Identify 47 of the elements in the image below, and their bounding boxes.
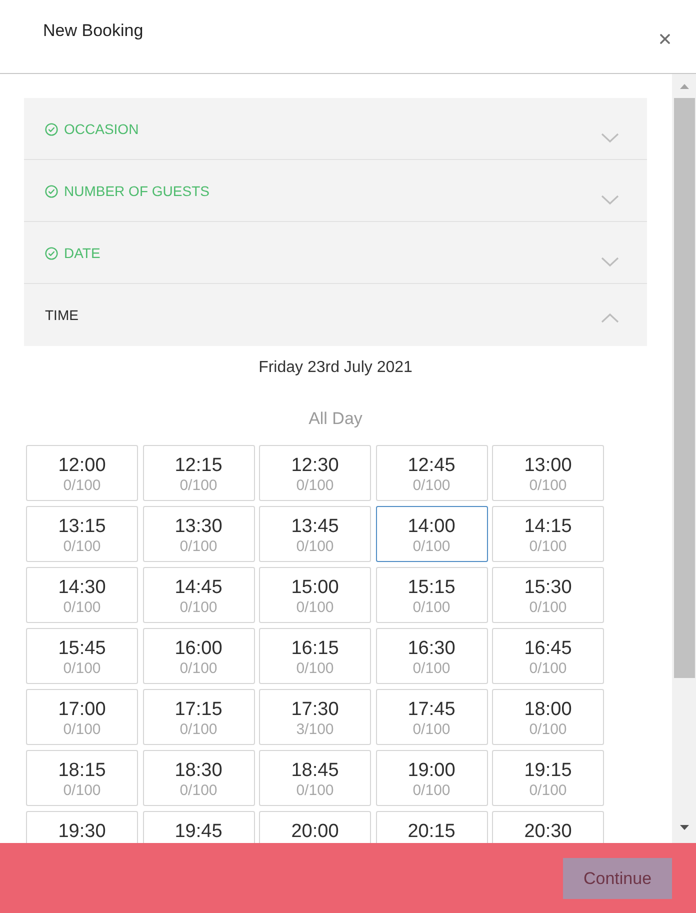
time-slot-button[interactable]: 18:45 0/100 xyxy=(259,750,371,806)
time-slot-button[interactable]: 13:45 0/100 xyxy=(259,506,371,562)
time-slot-button[interactable]: 15:00 0/100 xyxy=(259,567,371,623)
close-icon xyxy=(660,34,670,44)
check-circle-icon xyxy=(45,184,58,198)
period-heading: All Day xyxy=(308,409,362,429)
time-slot-button[interactable]: 19:45 xyxy=(142,811,254,843)
time-slot-button[interactable]: 16:30 0/100 xyxy=(376,628,488,684)
check-circle-icon xyxy=(45,246,58,260)
time-slot-button[interactable]: 20:30 xyxy=(492,811,604,843)
time-slot-button[interactable]: 15:45 0/100 xyxy=(26,628,138,684)
time-slot-button[interactable]: 20:00 xyxy=(259,811,371,843)
close-button[interactable] xyxy=(659,33,670,44)
time-slot-button[interactable]: 16:45 0/100 xyxy=(492,628,604,684)
scrollbar-thumb[interactable] xyxy=(674,98,694,678)
time-slot-button[interactable]: 16:00 0/100 xyxy=(142,628,254,684)
triangle-up-icon xyxy=(680,84,688,88)
time-slot-button[interactable]: 20:15 xyxy=(376,811,488,843)
time-slot-button[interactable]: 13:15 0/100 xyxy=(26,506,138,562)
time-slot-button[interactable]: 12:30 0/100 xyxy=(259,445,371,501)
time-slot-button[interactable]: 19:30 xyxy=(26,811,138,843)
time-slot-button[interactable]: 17:00 0/100 xyxy=(26,689,138,745)
time-slot-button[interactable]: 14:45 0/100 xyxy=(142,567,254,623)
time-slot-button[interactable]: 14:30 0/100 xyxy=(26,567,138,623)
time-slot-button[interactable]: 18:00 0/100 xyxy=(492,689,604,745)
time-slot-button[interactable]: 19:00 0/100 xyxy=(376,750,488,806)
time-slot-button[interactable]: 17:15 0/100 xyxy=(142,689,254,745)
time-slot-button[interactable]: 12:15 0/100 xyxy=(142,445,254,501)
time-slot-button[interactable]: 15:30 0/100 xyxy=(492,567,604,623)
time-slot-button[interactable]: 14:00 0/100 xyxy=(376,506,488,562)
time-slot-button[interactable]: 13:30 0/100 xyxy=(142,506,254,562)
time-slot-button[interactable]: 15:15 0/100 xyxy=(376,567,488,623)
time-slot-button[interactable]: 18:15 0/100 xyxy=(26,750,138,806)
time-slot-button[interactable]: 17:45 0/100 xyxy=(376,689,488,745)
selected-date: Friday 23rd July 2021 xyxy=(258,358,412,378)
time-slot-button[interactable]: 12:00 0/100 xyxy=(26,445,138,501)
accordion-header[interactable]: TIME xyxy=(24,284,647,346)
time-slot-button[interactable]: 16:15 0/100 xyxy=(259,628,371,684)
time-slot-button[interactable]: 17:30 3/100 xyxy=(259,689,371,745)
time-slot-button[interactable]: 18:30 0/100 xyxy=(142,750,254,806)
time-slot-button[interactable]: 14:15 0/100 xyxy=(492,506,604,562)
time-slot-button[interactable]: 13:00 0/100 xyxy=(492,445,604,501)
triangle-down-icon xyxy=(680,824,688,830)
check-circle-icon xyxy=(45,122,58,136)
dialog-title: New Booking xyxy=(43,20,144,42)
time-slot-button[interactable]: 12:45 0/100 xyxy=(376,445,488,501)
time-slot-button[interactable]: 19:15 0/100 xyxy=(492,750,604,806)
